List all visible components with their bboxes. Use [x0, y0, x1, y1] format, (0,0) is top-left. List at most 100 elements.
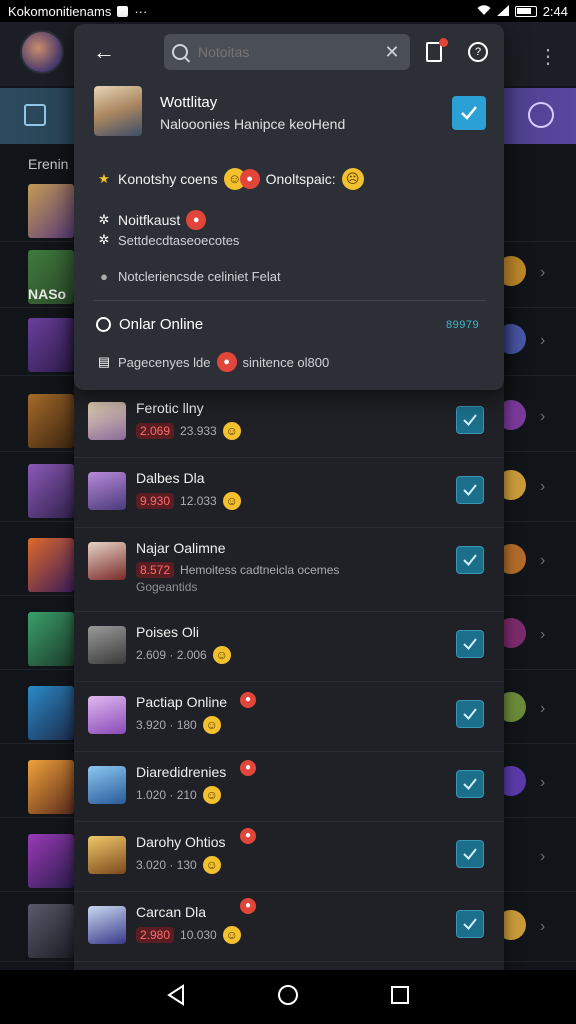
row-value: 10.030: [180, 928, 217, 942]
list-item[interactable]: Darohy Ohtios ● 3.020 · 130 ☺: [74, 822, 504, 892]
system-nav-bar: [0, 970, 576, 1024]
thumbnail: [28, 538, 74, 592]
chevron-right-icon[interactable]: ›: [540, 552, 545, 570]
row-meta: 3.020 · 130 ☺: [136, 856, 221, 874]
row-meta: 2.980 10.030 ☺: [136, 926, 241, 944]
status-line[interactable]: ★ Konotshy coens ☺ ● Onoltspaic: ☹: [96, 168, 364, 190]
emoji-icon: ☺: [222, 422, 241, 440]
status-line-text: Konotshy coens: [118, 171, 218, 187]
chevron-right-icon[interactable]: ›: [540, 626, 545, 644]
emoji-icon: ☺: [202, 786, 221, 804]
row-checkbox[interactable]: [456, 700, 484, 728]
chevron-right-icon[interactable]: ›: [540, 408, 545, 426]
row-checkbox[interactable]: [456, 840, 484, 868]
info-line[interactable]: ● Notcleriencsde celiniet Felat: [96, 269, 281, 284]
check-icon: [463, 918, 477, 931]
avatar: [88, 402, 126, 440]
home-icon[interactable]: [277, 984, 299, 1011]
search-icon: [172, 44, 188, 60]
close-icon[interactable]: ✕: [382, 42, 402, 63]
avatar: [88, 472, 126, 510]
row-meta: 2.609 · 2.006 ☺: [136, 646, 231, 664]
search-bar[interactable]: ✕: [164, 34, 410, 70]
flame-icon: ●: [186, 210, 207, 230]
row-pill: 2.069: [136, 423, 175, 439]
row-value: 1.020 · 210: [136, 788, 197, 802]
row-name: Poises Oli: [136, 624, 200, 640]
chevron-right-icon[interactable]: ›: [540, 774, 545, 792]
back-icon[interactable]: [166, 983, 186, 1011]
row-value: 3.020 · 130: [136, 858, 197, 872]
avatar[interactable]: [20, 30, 64, 74]
flame-icon: ●: [216, 352, 237, 372]
list-item[interactable]: Poises Oli 2.609 · 2.006 ☺: [74, 612, 504, 682]
search-icon[interactable]: [528, 102, 554, 128]
row-name: Dalbes Dla: [136, 470, 205, 486]
avatar: [88, 836, 126, 874]
star-icon: ★: [98, 171, 110, 186]
thumbnail: [28, 394, 74, 448]
check-icon: [463, 414, 477, 427]
list-item[interactable]: Dalbes Dla 9.930 12.033 ☺: [74, 458, 504, 528]
row-subtext: Gogeantids: [136, 580, 198, 594]
list-item[interactable]: Diaredidrenies ● 1.020 · 210 ☺: [74, 752, 504, 822]
row-checkbox[interactable]: [456, 406, 484, 434]
thumbnail: [28, 612, 74, 666]
thumbnail: [28, 464, 74, 518]
overflow-menu-icon[interactable]: ⋮: [538, 44, 558, 69]
search-input[interactable]: [198, 44, 382, 60]
chevron-right-icon[interactable]: ›: [540, 700, 545, 718]
row-checkbox[interactable]: [456, 546, 484, 574]
row-pill: 8.572: [136, 562, 175, 578]
emoji-icon: ☺: [212, 646, 231, 664]
status-time: 2:44: [542, 3, 568, 19]
flame-icon: ●: [240, 828, 256, 844]
chevron-right-icon[interactable]: ›: [540, 918, 545, 936]
profile-subtitle: Nalooonies Hanipce keoHend: [160, 116, 346, 132]
notification-line[interactable]: ✲ Noitfkaust ●: [96, 210, 207, 230]
row-meta: 1.020 · 210 ☺: [136, 786, 221, 804]
footer-text-2: sinitence ol800: [242, 354, 330, 370]
check-icon: [461, 106, 477, 120]
flame-icon: ●: [240, 692, 256, 708]
back-arrow-icon[interactable]: ←: [92, 40, 116, 64]
row-pill: 9.930: [136, 493, 175, 509]
flame-icon: ●: [240, 898, 256, 914]
row-checkbox[interactable]: [456, 476, 484, 504]
chevron-right-icon[interactable]: ›: [540, 848, 545, 866]
row-value: 12.033: [180, 494, 217, 508]
row-checkbox[interactable]: [456, 770, 484, 798]
notification-line-text: Noitfkaust: [118, 212, 181, 228]
footer-line[interactable]: ▤ Pagecenyes lde ● sinitence ol800: [96, 352, 329, 372]
thumbnail: [28, 904, 74, 958]
online-label: Onlar Online: [119, 316, 204, 333]
thumbnail: [28, 834, 74, 888]
status-app-title: Kokomonitienams: [8, 3, 112, 19]
list-item[interactable]: Ferotic llny 2.069 23.933 ☺: [74, 388, 504, 458]
settings-line[interactable]: ✲ Settdecdtaseoecotes: [96, 232, 240, 248]
avatar: [88, 906, 126, 944]
chevron-right-icon[interactable]: ›: [540, 478, 545, 496]
list-item[interactable]: Pactiap Online ● 3.920 · 180 ☺: [74, 682, 504, 752]
notification-icon: [117, 5, 129, 17]
recents-icon[interactable]: [390, 985, 410, 1010]
list-item[interactable]: Carcan Dla ● 2.980 10.030 ☺: [74, 892, 504, 962]
edit-icon[interactable]: [24, 104, 46, 126]
status-line-text-2: Onoltspaic:: [265, 171, 336, 187]
chevron-right-icon[interactable]: ›: [540, 332, 545, 350]
settings-line-text: Settdecdtaseoecotes: [118, 232, 240, 248]
notification-bell-icon[interactable]: [426, 38, 448, 62]
thumbnail: [28, 318, 74, 372]
list-item[interactable]: Najar Oalimne 8.572 Hemoitess cadtneicla …: [74, 528, 504, 612]
avatar: [88, 696, 126, 734]
emoji-icon: ☺: [222, 926, 241, 944]
help-icon[interactable]: ?: [468, 42, 488, 62]
online-row[interactable]: Onlar Online: [96, 316, 203, 333]
row-checkbox[interactable]: [456, 910, 484, 938]
profile-checkbox[interactable]: [452, 96, 486, 130]
row-checkbox[interactable]: [456, 630, 484, 658]
emoji-icon: ☺: [222, 492, 241, 510]
check-icon: [463, 778, 477, 791]
settings-icon: ✲: [98, 232, 110, 247]
chevron-right-icon[interactable]: ›: [540, 264, 545, 282]
